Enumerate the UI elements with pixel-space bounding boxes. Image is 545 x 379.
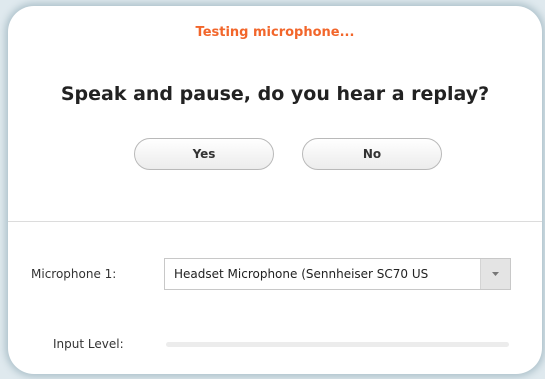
dropdown-arrow-button[interactable] xyxy=(480,259,510,289)
microphone-label: Microphone 1: xyxy=(31,267,117,281)
status-text: Testing microphone... xyxy=(195,25,355,40)
microphone-select[interactable]: Headset Microphone (Sennheiser SC70 US xyxy=(164,258,511,290)
microphone-test-panel: Testing microphone... Speak and pause, d… xyxy=(8,6,542,374)
divider xyxy=(8,221,542,222)
no-button[interactable]: No xyxy=(302,138,442,170)
replay-question: Speak and pause, do you hear a replay? xyxy=(60,83,490,105)
input-level-label: Input Level: xyxy=(53,337,124,351)
yes-button[interactable]: Yes xyxy=(134,138,274,170)
input-level-meter xyxy=(166,342,509,347)
microphone-select-value: Headset Microphone (Sennheiser SC70 US xyxy=(174,267,429,281)
chevron-down-icon xyxy=(492,272,499,276)
